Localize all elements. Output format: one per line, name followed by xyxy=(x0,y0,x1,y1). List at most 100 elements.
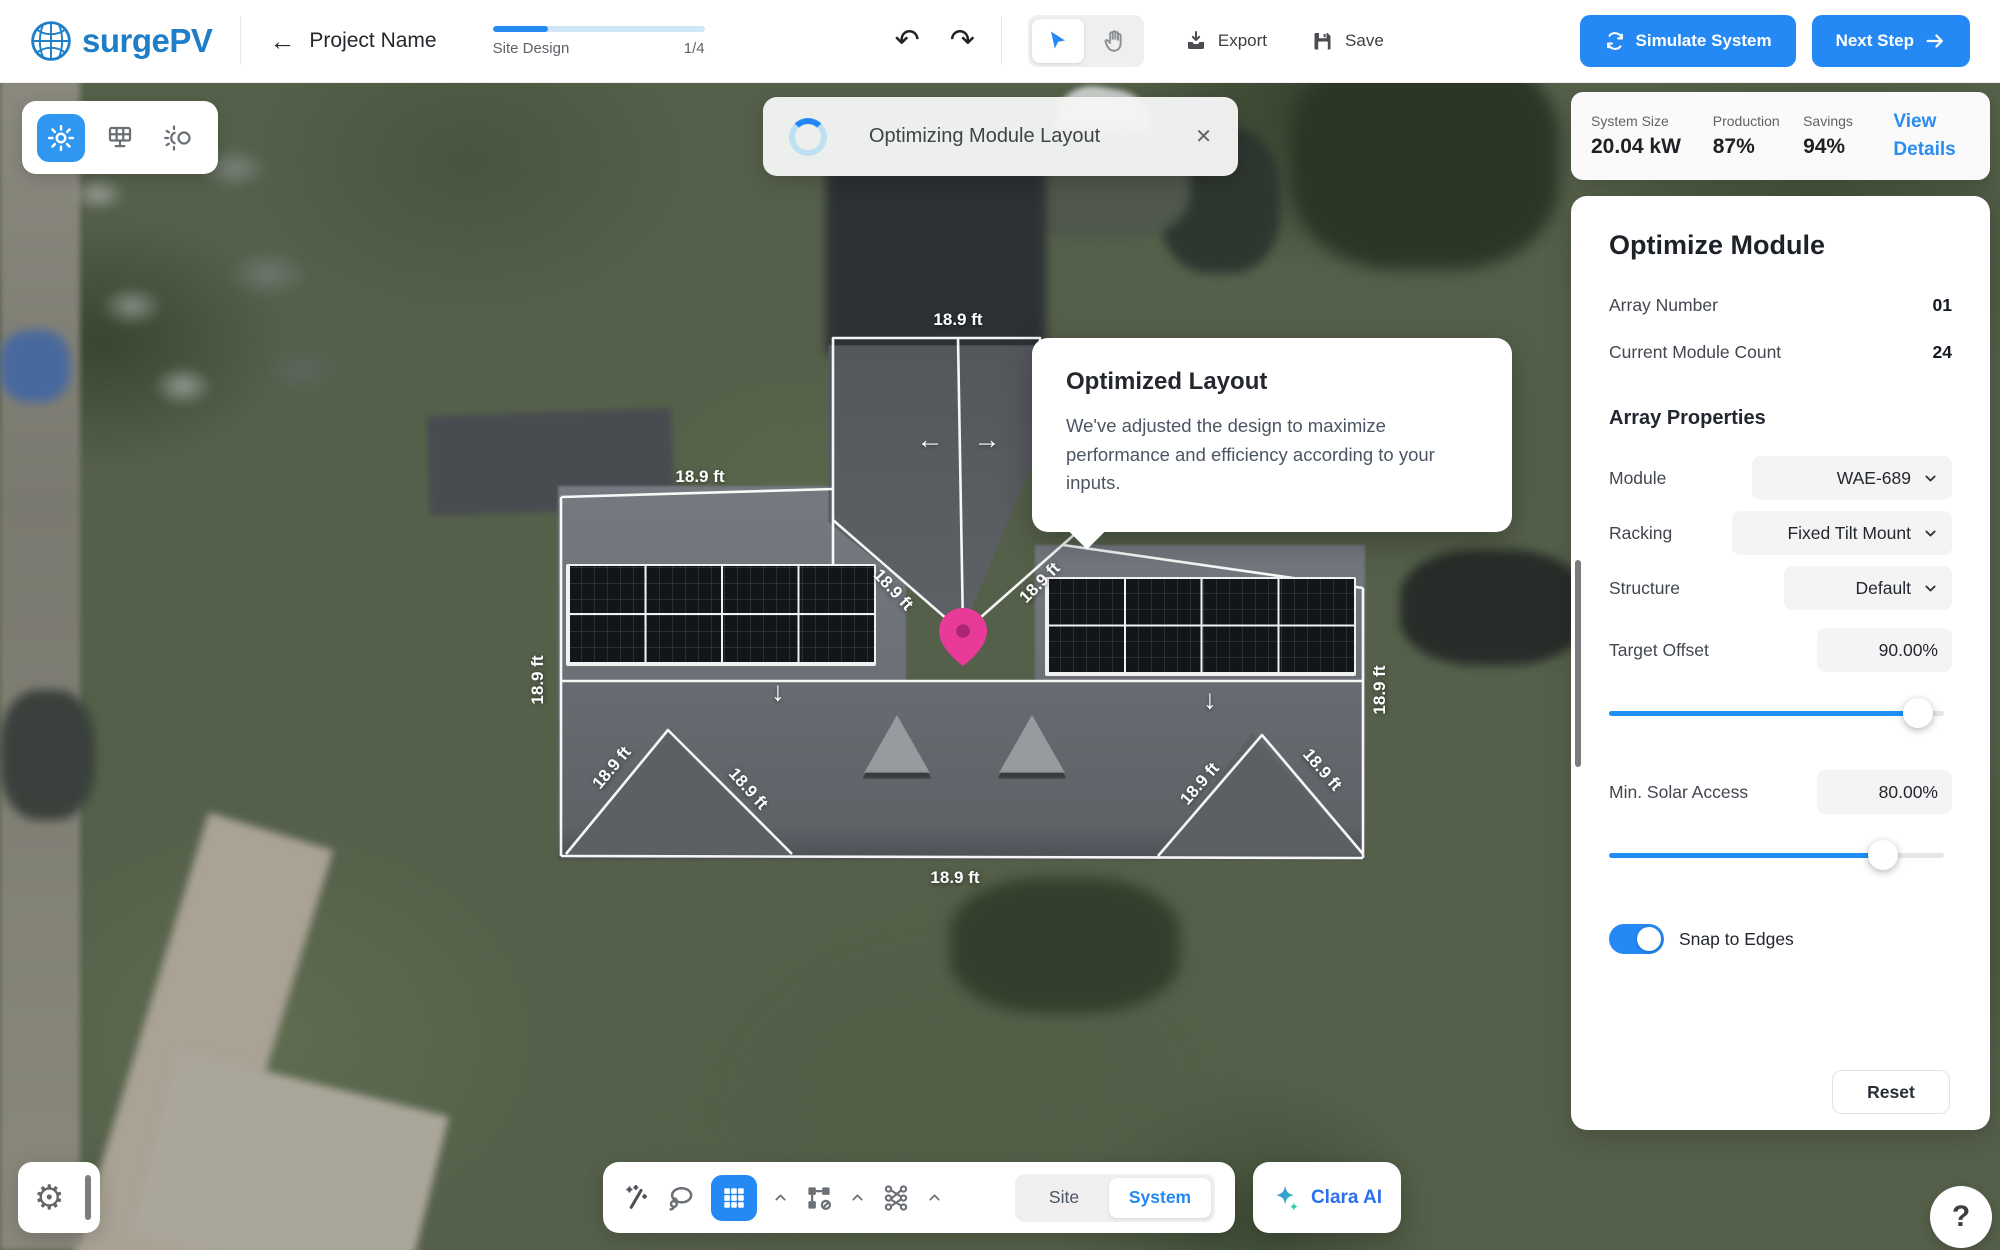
sun-shading-icon xyxy=(164,123,194,153)
move-right-arrow[interactable]: → xyxy=(974,425,1001,456)
cursor-icon xyxy=(1046,29,1070,53)
snap-to-edges-toggle[interactable] xyxy=(1609,924,1664,954)
slider-fill xyxy=(1609,853,1883,858)
top-bar: surgePV ← Project Name Site Design 1/4 ↶… xyxy=(0,0,2000,83)
pan-tool-button[interactable] xyxy=(1088,19,1140,63)
progress-fill xyxy=(493,26,548,32)
chevron-down-icon xyxy=(1923,581,1938,596)
simulate-system-button[interactable]: Simulate System xyxy=(1580,15,1796,67)
toggle-knob xyxy=(1637,927,1661,951)
reset-button[interactable]: Reset xyxy=(1832,1070,1950,1114)
slider-thumb[interactable] xyxy=(1868,840,1898,870)
progress-indicator: Site Design 1/4 xyxy=(493,26,705,57)
stat-value: 94% xyxy=(1803,135,1893,159)
structure-select-label: Structure xyxy=(1609,578,1680,599)
stringing-options-chevron[interactable] xyxy=(849,1189,866,1206)
chevron-down-icon xyxy=(1923,526,1938,541)
help-button[interactable]: ? xyxy=(1930,1186,1992,1248)
structure-select[interactable]: Default xyxy=(1784,566,1952,610)
grid-icon xyxy=(721,1185,747,1211)
array-number-label: Array Number xyxy=(1609,295,1718,316)
download-icon xyxy=(1184,29,1208,53)
view-details-link[interactable]: View Details xyxy=(1893,108,1970,163)
next-step-label: Next Step xyxy=(1836,31,1914,51)
settings-drag-handle[interactable] xyxy=(85,1175,91,1220)
stringing-tool-button[interactable] xyxy=(804,1183,834,1213)
gear-icon: ⚙ xyxy=(34,1181,64,1215)
module-select[interactable]: WAE-689 xyxy=(1752,456,1952,500)
structure-select-value: Default xyxy=(1856,578,1911,599)
panel-scrollbar[interactable] xyxy=(1575,560,1581,767)
app-root: 18.9 ft 18.9 ft 18.9 ft 18.9 ft 18.9 ft … xyxy=(0,0,2000,1250)
system-tab[interactable]: System xyxy=(1109,1178,1211,1218)
racking-select[interactable]: Fixed Tilt Mount xyxy=(1732,511,1952,555)
target-offset-slider[interactable] xyxy=(1609,698,1952,728)
undo-button[interactable]: ↶ xyxy=(895,26,920,56)
clara-ai-button[interactable]: Clara AI xyxy=(1253,1162,1401,1233)
stringing-icon xyxy=(804,1183,834,1213)
export-button[interactable]: Export xyxy=(1184,29,1267,53)
min-solar-access-label: Min. Solar Access xyxy=(1609,782,1748,803)
site-tab[interactable]: Site xyxy=(1019,1187,1109,1208)
chevron-up-icon xyxy=(772,1189,789,1206)
module-count-row: Current Module Count 24 xyxy=(1609,342,1952,363)
array-number-value: 01 xyxy=(1933,295,1952,316)
module-count-label: Current Module Count xyxy=(1609,342,1781,363)
back-arrow-icon[interactable]: ← xyxy=(269,26,295,57)
stat-label: System Size xyxy=(1591,113,1713,129)
progress-track xyxy=(493,26,705,32)
min-solar-access-slider[interactable] xyxy=(1609,840,1952,870)
chevron-up-icon xyxy=(849,1189,866,1206)
select-tool-button[interactable] xyxy=(1032,19,1084,63)
array-number-row: Array Number 01 xyxy=(1609,295,1952,316)
target-offset-value[interactable]: 90.00% xyxy=(1817,628,1952,672)
optimizing-toast: Optimizing Module Layout ✕ xyxy=(763,97,1238,176)
logo-text: surgePV xyxy=(82,22,212,60)
dimension-label: 18.9 ft xyxy=(930,868,979,888)
lasso-icon xyxy=(666,1183,696,1213)
dimension-label: 18.9 ft xyxy=(1370,665,1390,714)
tooltip-body: We've adjusted the design to maximize pe… xyxy=(1066,412,1478,498)
lasso-tool-button[interactable] xyxy=(666,1183,696,1213)
shading-tool-button[interactable] xyxy=(155,114,203,162)
save-button[interactable]: Save xyxy=(1311,29,1384,53)
irradiance-tool-button[interactable] xyxy=(37,114,85,162)
stat-label: Production xyxy=(1713,113,1803,129)
workflow-tool-button[interactable] xyxy=(881,1183,911,1213)
stat-label: Savings xyxy=(1803,113,1893,129)
move-down-arrow[interactable]: ↓ xyxy=(1203,685,1217,716)
toast-close-icon[interactable]: ✕ xyxy=(1195,124,1212,149)
magic-wand-icon xyxy=(623,1184,651,1212)
min-solar-access-value[interactable]: 80.00% xyxy=(1817,770,1952,814)
optimize-module-panel: Optimize Module Array Number 01 Current … xyxy=(1571,196,1990,1130)
module-select-value: WAE-689 xyxy=(1837,468,1911,489)
slider-thumb[interactable] xyxy=(1903,698,1933,728)
array-properties-heading: Array Properties xyxy=(1609,407,1952,430)
solar-panel-tool-button[interactable] xyxy=(96,114,144,162)
stat-value: 87% xyxy=(1713,135,1803,159)
grid-options-chevron[interactable] xyxy=(772,1189,789,1206)
location-pin[interactable] xyxy=(939,608,987,666)
next-step-button[interactable]: Next Step xyxy=(1812,15,1970,67)
grid-layout-tool-button[interactable] xyxy=(711,1175,757,1221)
solar-array-left[interactable] xyxy=(566,564,876,666)
project-name: Project Name xyxy=(309,29,436,53)
settings-button[interactable]: ⚙ xyxy=(18,1162,100,1233)
progress-step-label: Site Design xyxy=(493,40,570,57)
auto-layout-tool-button[interactable] xyxy=(623,1184,651,1212)
tooltip-title: Optimized Layout xyxy=(1066,368,1478,396)
workflow-options-chevron[interactable] xyxy=(926,1189,943,1206)
sync-icon xyxy=(1604,30,1626,52)
snap-to-edges-label: Snap to Edges xyxy=(1679,929,1794,950)
clara-ai-label: Clara AI xyxy=(1311,1187,1382,1209)
pointer-pan-toggle xyxy=(1028,15,1144,67)
dimension-label: 18.9 ft xyxy=(528,655,548,704)
move-down-arrow[interactable]: ↓ xyxy=(771,677,785,708)
move-left-arrow[interactable]: ← xyxy=(917,425,944,456)
logo[interactable]: surgePV xyxy=(30,20,212,62)
dimension-label: 18.9 ft xyxy=(675,467,724,487)
save-label: Save xyxy=(1345,31,1384,51)
target-offset-label: Target Offset xyxy=(1609,640,1709,661)
solar-array-right[interactable] xyxy=(1045,577,1356,676)
redo-button[interactable]: ↷ xyxy=(950,26,975,56)
